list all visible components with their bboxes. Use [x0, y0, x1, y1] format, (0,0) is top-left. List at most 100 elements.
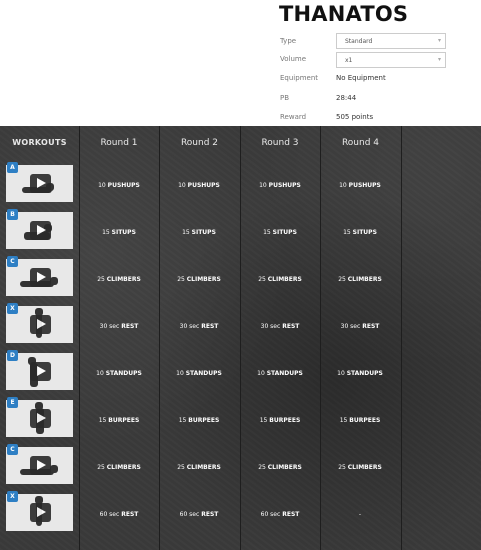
type-select[interactable]: Standard ▾	[336, 33, 446, 49]
rep-count: 10	[176, 370, 184, 377]
rep-count: 10	[178, 182, 186, 189]
exercise-name: REST	[121, 323, 139, 330]
pb-value: 28:44	[336, 94, 357, 102]
round-cell: 25 CLIMBERS	[79, 256, 159, 303]
play-icon[interactable]	[30, 409, 51, 428]
round-cell: 30 sec REST	[320, 303, 400, 350]
rep-count: 15	[98, 417, 107, 424]
type-select-value: Standard	[345, 38, 373, 45]
chevron-down-icon: ▾	[437, 56, 441, 63]
play-icon[interactable]	[30, 221, 51, 240]
reward-value: 505 points	[336, 113, 374, 121]
exercise-badge: E	[7, 397, 18, 408]
round-cell: 60 sec REST	[240, 491, 320, 538]
table-row: X 30 sec REST 30 sec REST 30 sec REST 30 sec…	[0, 303, 481, 350]
rep-count: 25	[258, 276, 266, 283]
exercise-name: REST	[201, 323, 219, 330]
exercise-name: CLIMBERS	[186, 276, 221, 283]
round-cell: 30 sec REST	[159, 303, 239, 350]
exercise-badge: D	[7, 350, 18, 361]
exercise-name: PUSHUPS	[348, 182, 381, 189]
exercise-name: STANDUPS	[346, 370, 383, 377]
rep-count: 10	[96, 370, 104, 377]
table-row: X 60 sec REST 60 sec REST 60 sec REST -	[0, 491, 481, 538]
exercise-name: CLIMBERS	[347, 276, 382, 283]
play-icon[interactable]	[30, 456, 51, 475]
play-icon[interactable]	[30, 315, 51, 334]
exercise-name: STANDUPS	[105, 370, 142, 377]
volume-select[interactable]: x1 ▾	[336, 52, 446, 68]
exercise-badge: B	[7, 209, 18, 220]
play-icon[interactable]	[30, 362, 51, 381]
rep-count: 60 sec	[260, 511, 281, 518]
play-icon[interactable]	[30, 268, 51, 287]
rep-count: 60 sec	[99, 511, 120, 518]
exercise-name: PUSHUPS	[107, 182, 140, 189]
table-row: C 25 CLIMBERS 25 CLIMBERS 25 CLIMBERS 25 CLI…	[0, 444, 481, 491]
chevron-down-icon: ▾	[437, 37, 441, 44]
round-cell: 15 SITUPS	[159, 209, 239, 256]
rep-count: 25	[177, 464, 185, 471]
rep-count: 30 sec	[340, 323, 361, 330]
exercise-badge: X	[7, 491, 18, 502]
exercise-name: BURPEES	[108, 417, 140, 424]
exercise-figure	[50, 465, 58, 473]
volume-select-value: x1	[345, 57, 353, 64]
workout-table: WORKOUTS Round 1 Round 2 Round 3 Round 4…	[0, 126, 481, 550]
round-cell: 25 CLIMBERS	[159, 444, 239, 491]
rep-count: 15	[339, 417, 348, 424]
exercise-name: BURPEES	[188, 417, 220, 424]
exercise-name: CLIMBERS	[106, 276, 141, 283]
exercise-name: CLIMBERS	[106, 464, 141, 471]
rep-count: 30 sec	[260, 323, 281, 330]
exercise-badge: C	[7, 256, 18, 267]
round-cell: 15 BURPEES	[159, 397, 239, 444]
exercise-name: REST	[201, 511, 219, 518]
header-round-1: Round 1	[100, 138, 138, 148]
table-row: D 10 STANDUPS 10 STANDUPS 10 STANDUPS 10 STA…	[0, 350, 481, 397]
rep-count: 30 sec	[179, 323, 200, 330]
header-round-2: Round 2	[180, 138, 219, 148]
round-cell: 25 CLIMBERS	[79, 444, 159, 491]
rep-count: 25	[338, 276, 346, 283]
rep-count: 15	[343, 229, 351, 236]
round-cell: 10 STANDUPS	[159, 350, 239, 397]
exercise-badge: A	[7, 162, 18, 173]
reward-label: Reward	[280, 113, 307, 121]
exercise-name: PUSHUPS	[187, 182, 220, 189]
rep-count: -	[358, 511, 362, 518]
exercise-name: BURPEES	[349, 417, 381, 424]
equipment-label: Equipment	[280, 74, 318, 82]
exercise-badge: X	[7, 303, 18, 314]
exercise-name: SITUPS	[352, 229, 377, 236]
round-cell: 25 CLIMBERS	[240, 444, 320, 491]
exercise-name: SITUPS	[272, 229, 297, 236]
round-cell: 10 PUSHUPS	[240, 162, 320, 209]
round-cell: -	[320, 491, 400, 538]
rep-count: 15	[102, 229, 110, 236]
exercise-name: CLIMBERS	[267, 464, 302, 471]
round-cell: 25 CLIMBERS	[159, 256, 239, 303]
round-cell: 25 CLIMBERS	[320, 444, 400, 491]
play-icon[interactable]	[30, 503, 51, 522]
rep-count: 10	[259, 182, 267, 189]
round-cell: 25 CLIMBERS	[240, 256, 320, 303]
header-round-3: Round 3	[261, 138, 299, 148]
rep-count: 30 sec	[99, 323, 120, 330]
round-cell: 60 sec REST	[159, 491, 239, 538]
round-cell: 10 PUSHUPS	[79, 162, 159, 209]
round-cell: 25 CLIMBERS	[320, 256, 400, 303]
pb-label: PB	[280, 94, 290, 102]
rep-count: 25	[97, 464, 105, 471]
round-cell: 30 sec REST	[79, 303, 159, 350]
equipment-value: No Equipment	[336, 74, 386, 82]
play-icon[interactable]	[30, 174, 51, 193]
rep-count: 15	[178, 417, 187, 424]
rep-count: 10	[339, 182, 347, 189]
round-cell: 60 sec REST	[79, 491, 159, 538]
round-cell: 15 BURPEES	[79, 397, 159, 444]
workout-title: THANATOS	[279, 2, 409, 26]
round-cell: 10 STANDUPS	[240, 350, 320, 397]
table-row: C 25 CLIMBERS 25 CLIMBERS 25 CLIMBERS 25 CLI…	[0, 256, 481, 303]
rep-count: 10	[98, 182, 106, 189]
